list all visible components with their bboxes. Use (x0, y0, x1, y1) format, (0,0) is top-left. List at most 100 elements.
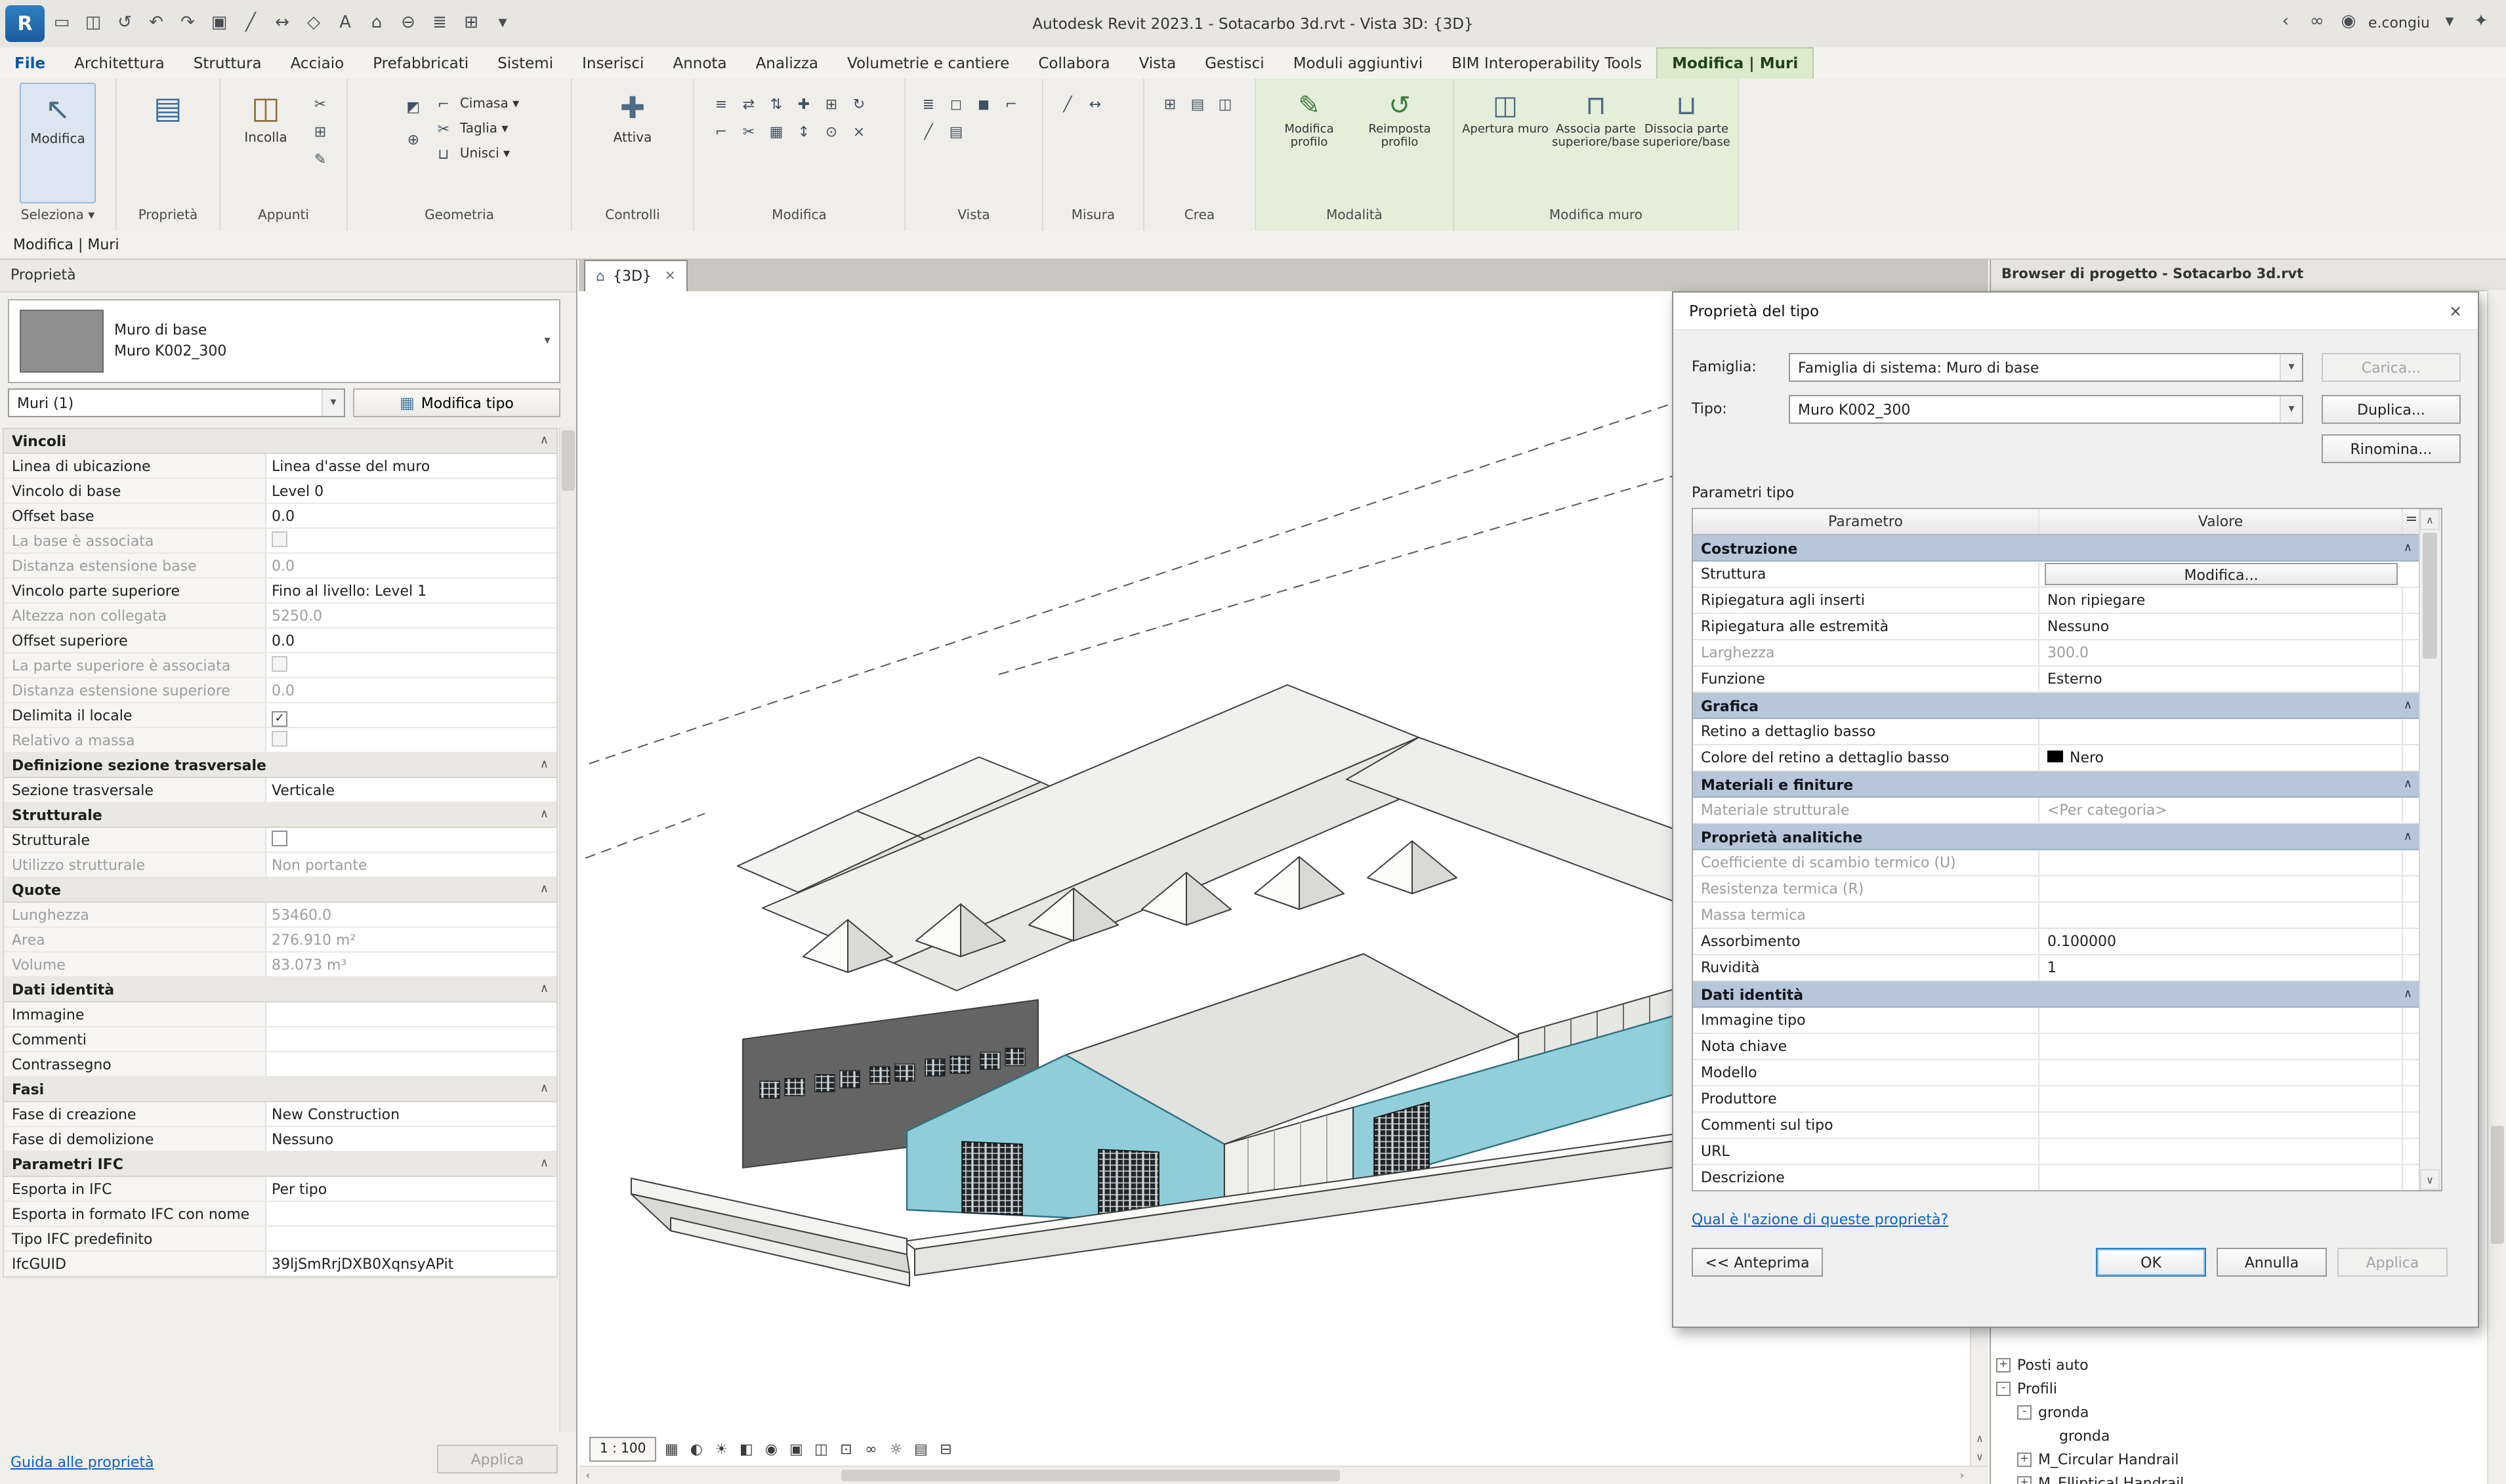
tree-expander-icon[interactable]: + (2017, 1452, 2032, 1466)
duplicate-button[interactable]: Duplica... (2322, 395, 2461, 424)
parameter-value[interactable] (2039, 1165, 2403, 1190)
property-row[interactable]: IfcGUID 39ljSmRrjDXB0XqnsyAPit (4, 1252, 556, 1277)
parameter-row[interactable]: Colore del retino a dettaglio basso Nero (1693, 745, 2420, 772)
thin-lines-icon[interactable]: ≣ (425, 7, 454, 41)
trim-icon[interactable]: ⌐ (710, 121, 732, 143)
view-tab-close-icon[interactable]: × (665, 269, 676, 283)
type-selector-arrow-icon[interactable]: ▾ (535, 335, 559, 348)
open-icon[interactable]: ▭ (47, 7, 76, 41)
property-value[interactable]: 0.0 (266, 504, 556, 529)
offset-icon[interactable]: ⇄ (738, 93, 760, 115)
attach-top-base-button[interactable]: ⊓ Associa parte superiore/base (1553, 83, 1639, 203)
property-value[interactable]: 5250.0 (266, 604, 556, 629)
property-value[interactable] (266, 828, 556, 853)
column-parametro[interactable]: Parametro (1693, 509, 2039, 534)
property-row[interactable]: Commenti (4, 1027, 556, 1052)
property-row[interactable]: Parametri IFC (4, 1152, 556, 1177)
ribbon-tab[interactable]: File (0, 49, 60, 79)
properties-help-link[interactable]: Guida alle proprietà (10, 1454, 154, 1471)
show-hidden-lines-icon[interactable]: ◻ (945, 93, 967, 115)
parameter-value[interactable] (2039, 1034, 2403, 1059)
detach-top-base-button[interactable]: ⊔ Dissocia parte superiore/base (1643, 83, 1730, 203)
customize-qat-icon[interactable]: ▾ (488, 7, 517, 41)
property-value[interactable]: Level 0 (266, 479, 556, 504)
ribbon-tab[interactable]: Struttura (179, 49, 276, 79)
column-valore[interactable]: Valore (2039, 509, 2403, 534)
property-row[interactable]: Utilizzo strutturale Non portante (4, 853, 556, 878)
tree-expander-icon[interactable]: - (2017, 1405, 2032, 1419)
selection-filter-combo[interactable]: Muri (1) ▾ (8, 388, 345, 417)
ribbon-tab[interactable]: Volumetrie e cantiere (833, 49, 1024, 79)
parameter-value[interactable]: Nessuno (2039, 614, 2403, 639)
property-row[interactable]: Strutturale (4, 828, 556, 853)
panel-label-misura[interactable]: Misura (1043, 203, 1143, 228)
panel-label-modifica-muro[interactable]: Modifica muro (1454, 203, 1738, 228)
undo-icon[interactable]: ↶ (142, 7, 171, 41)
property-value[interactable]: 0.0 (266, 629, 556, 653)
view-properties-icon[interactable]: ▤ (945, 121, 967, 143)
cut-profile-icon[interactable]: ⌐ (1000, 93, 1022, 115)
parameter-value[interactable]: 0.100000 (2039, 929, 2403, 954)
table-scroll-down-icon[interactable]: ∨ (2420, 1169, 2440, 1190)
panel-label-proprieta[interactable]: Proprietà (117, 203, 219, 228)
property-row[interactable]: Immagine (4, 1002, 556, 1027)
shadows-icon[interactable]: ◧ (734, 1437, 759, 1462)
parameter-row[interactable]: Larghezza 300.0 (1693, 640, 2420, 667)
property-value[interactable]: Fino al livello: Level 1 (266, 579, 556, 604)
property-value[interactable] (266, 1027, 556, 1052)
join-geometry-icon[interactable]: ⊕ (402, 129, 425, 151)
property-row[interactable]: Lunghezza 53460.0 (4, 903, 556, 928)
property-row[interactable]: La parte superiore è associata (4, 653, 556, 678)
cancel-button[interactable]: Annulla (2217, 1248, 2327, 1277)
ribbon-tab[interactable]: BIM Interoperability Tools (1437, 49, 1656, 79)
parameter-value[interactable] (2039, 850, 2403, 875)
save-icon[interactable]: ◫ (79, 7, 108, 41)
print-icon[interactable]: ▣ (205, 7, 234, 41)
property-row[interactable]: Strutturale (4, 803, 556, 828)
family-combo[interactable]: Famiglia di sistema: Muro di base ▾ (1789, 353, 2303, 382)
parameter-value[interactable] (2039, 1060, 2403, 1085)
parameter-row[interactable]: Resistenza termica (R) (1693, 876, 2420, 903)
property-value[interactable]: Verticale (266, 778, 556, 803)
property-value[interactable] (266, 1052, 556, 1077)
copy-icon[interactable]: ⊞ (820, 93, 843, 115)
temporary-hide-isolate-icon[interactable]: ∞ (858, 1437, 883, 1462)
tag-icon[interactable]: ◇ (299, 7, 328, 41)
parameter-row[interactable]: Descrizione (1693, 1165, 2420, 1190)
property-row[interactable]: Fasi (4, 1077, 556, 1102)
parameter-row[interactable]: Retino a dettaglio basso (1693, 719, 2420, 745)
table-scroll-thumb[interactable] (2423, 533, 2437, 659)
property-value[interactable]: Non portante (266, 853, 556, 878)
legend-component-icon[interactable]: ▤ (1186, 93, 1209, 115)
edit-profile-button[interactable]: ✎ Modifica profilo (1266, 83, 1352, 203)
remove-hidden-lines-icon[interactable]: ◼ (972, 93, 995, 115)
property-row[interactable]: La base è associata (4, 529, 556, 554)
properties-scrollbar-thumb[interactable] (562, 430, 575, 491)
property-row[interactable]: Vincolo parte superiore Fino al livello:… (4, 579, 556, 604)
text-icon[interactable]: A (331, 7, 360, 41)
show-crop-icon[interactable]: ◫ (808, 1437, 833, 1462)
measure-icon[interactable]: ╱ (236, 7, 265, 41)
property-value[interactable] (266, 1202, 556, 1227)
property-value[interactable]: Nessuno (266, 1127, 556, 1152)
property-row[interactable]: Delimita il locale (4, 703, 556, 728)
panel-label-crea[interactable]: Crea (1144, 203, 1255, 228)
sync-icon[interactable]: ↺ (110, 7, 139, 41)
tree-item[interactable]: - Profili (1996, 1376, 2485, 1400)
property-value[interactable]: 0.0 (266, 554, 556, 579)
tree-item[interactable]: - gronda (1996, 1400, 2485, 1424)
measure-between-icon[interactable]: ╱ (1056, 93, 1079, 115)
parameter-value[interactable]: Modifica... (2045, 563, 2398, 585)
property-value[interactable]: 39ljSmRrjDXB0XqnsyAPit (266, 1252, 556, 1277)
paste-button[interactable]: ◫ Incolla (229, 83, 303, 203)
table-scrollbar[interactable]: ∧ ∨ (2419, 509, 2441, 1190)
parameter-row[interactable]: Commenti sul tipo (1693, 1113, 2420, 1139)
tree-item[interactable]: + Posti auto (1996, 1353, 2485, 1376)
property-value[interactable]: 276.910 m² (266, 928, 556, 953)
property-row[interactable]: Linea di ubicazione Linea d'asse del mur… (4, 454, 556, 479)
property-row[interactable]: Area 276.910 m² (4, 928, 556, 953)
parameter-row[interactable]: Ripiegatura alle estremità Nessuno (1693, 614, 2420, 640)
create-group-icon[interactable]: ◫ (1214, 93, 1236, 115)
parameter-row[interactable]: Struttura Modifica... (1693, 562, 2420, 588)
match-type-icon[interactable]: ✎ (309, 148, 331, 171)
